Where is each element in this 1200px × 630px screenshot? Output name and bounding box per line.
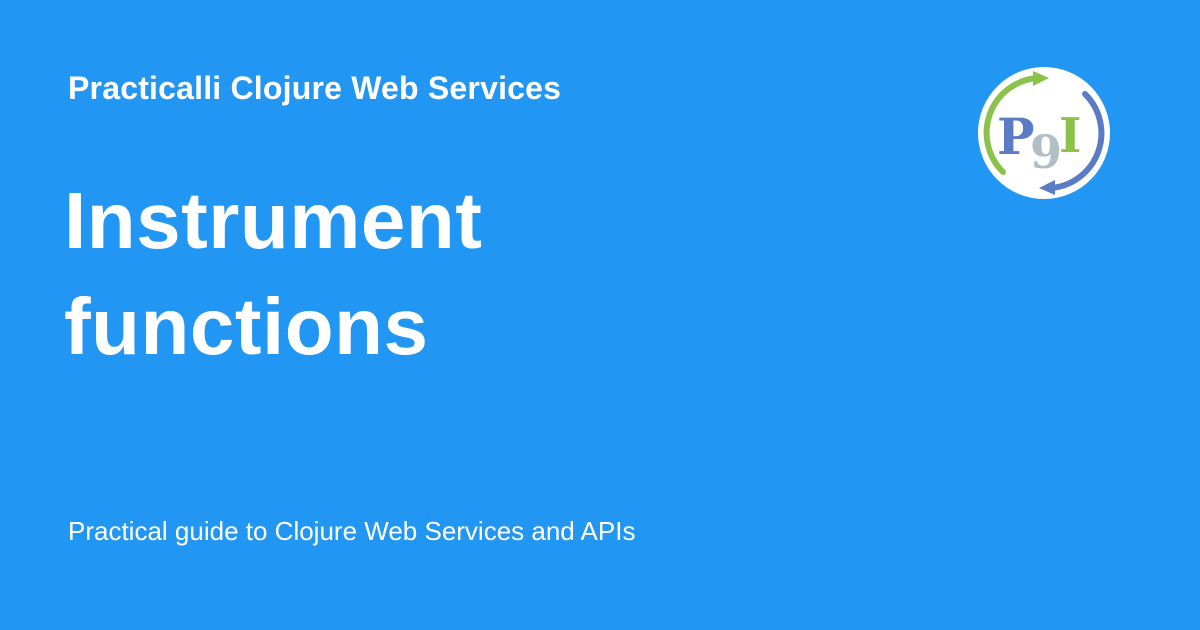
page-description: Practical guide to Clojure Web Services … <box>68 516 636 546</box>
site-name: Practicalli Clojure Web Services <box>68 70 562 106</box>
logo-letter-9: 9 <box>1030 125 1062 179</box>
logo-letter-i: I <box>1059 108 1081 164</box>
page-title-line-2: functions <box>64 282 429 371</box>
social-card: Practicalli Clojure Web Services Instrum… <box>0 0 1200 630</box>
page-title: Instrument functions <box>64 168 884 380</box>
practicalli-logo-icon: P 9 I <box>975 64 1113 202</box>
page-title-line-1: Instrument <box>64 176 483 265</box>
logo-graphic: P 9 I <box>978 67 1110 199</box>
logo-letter-p: P <box>997 107 1035 166</box>
